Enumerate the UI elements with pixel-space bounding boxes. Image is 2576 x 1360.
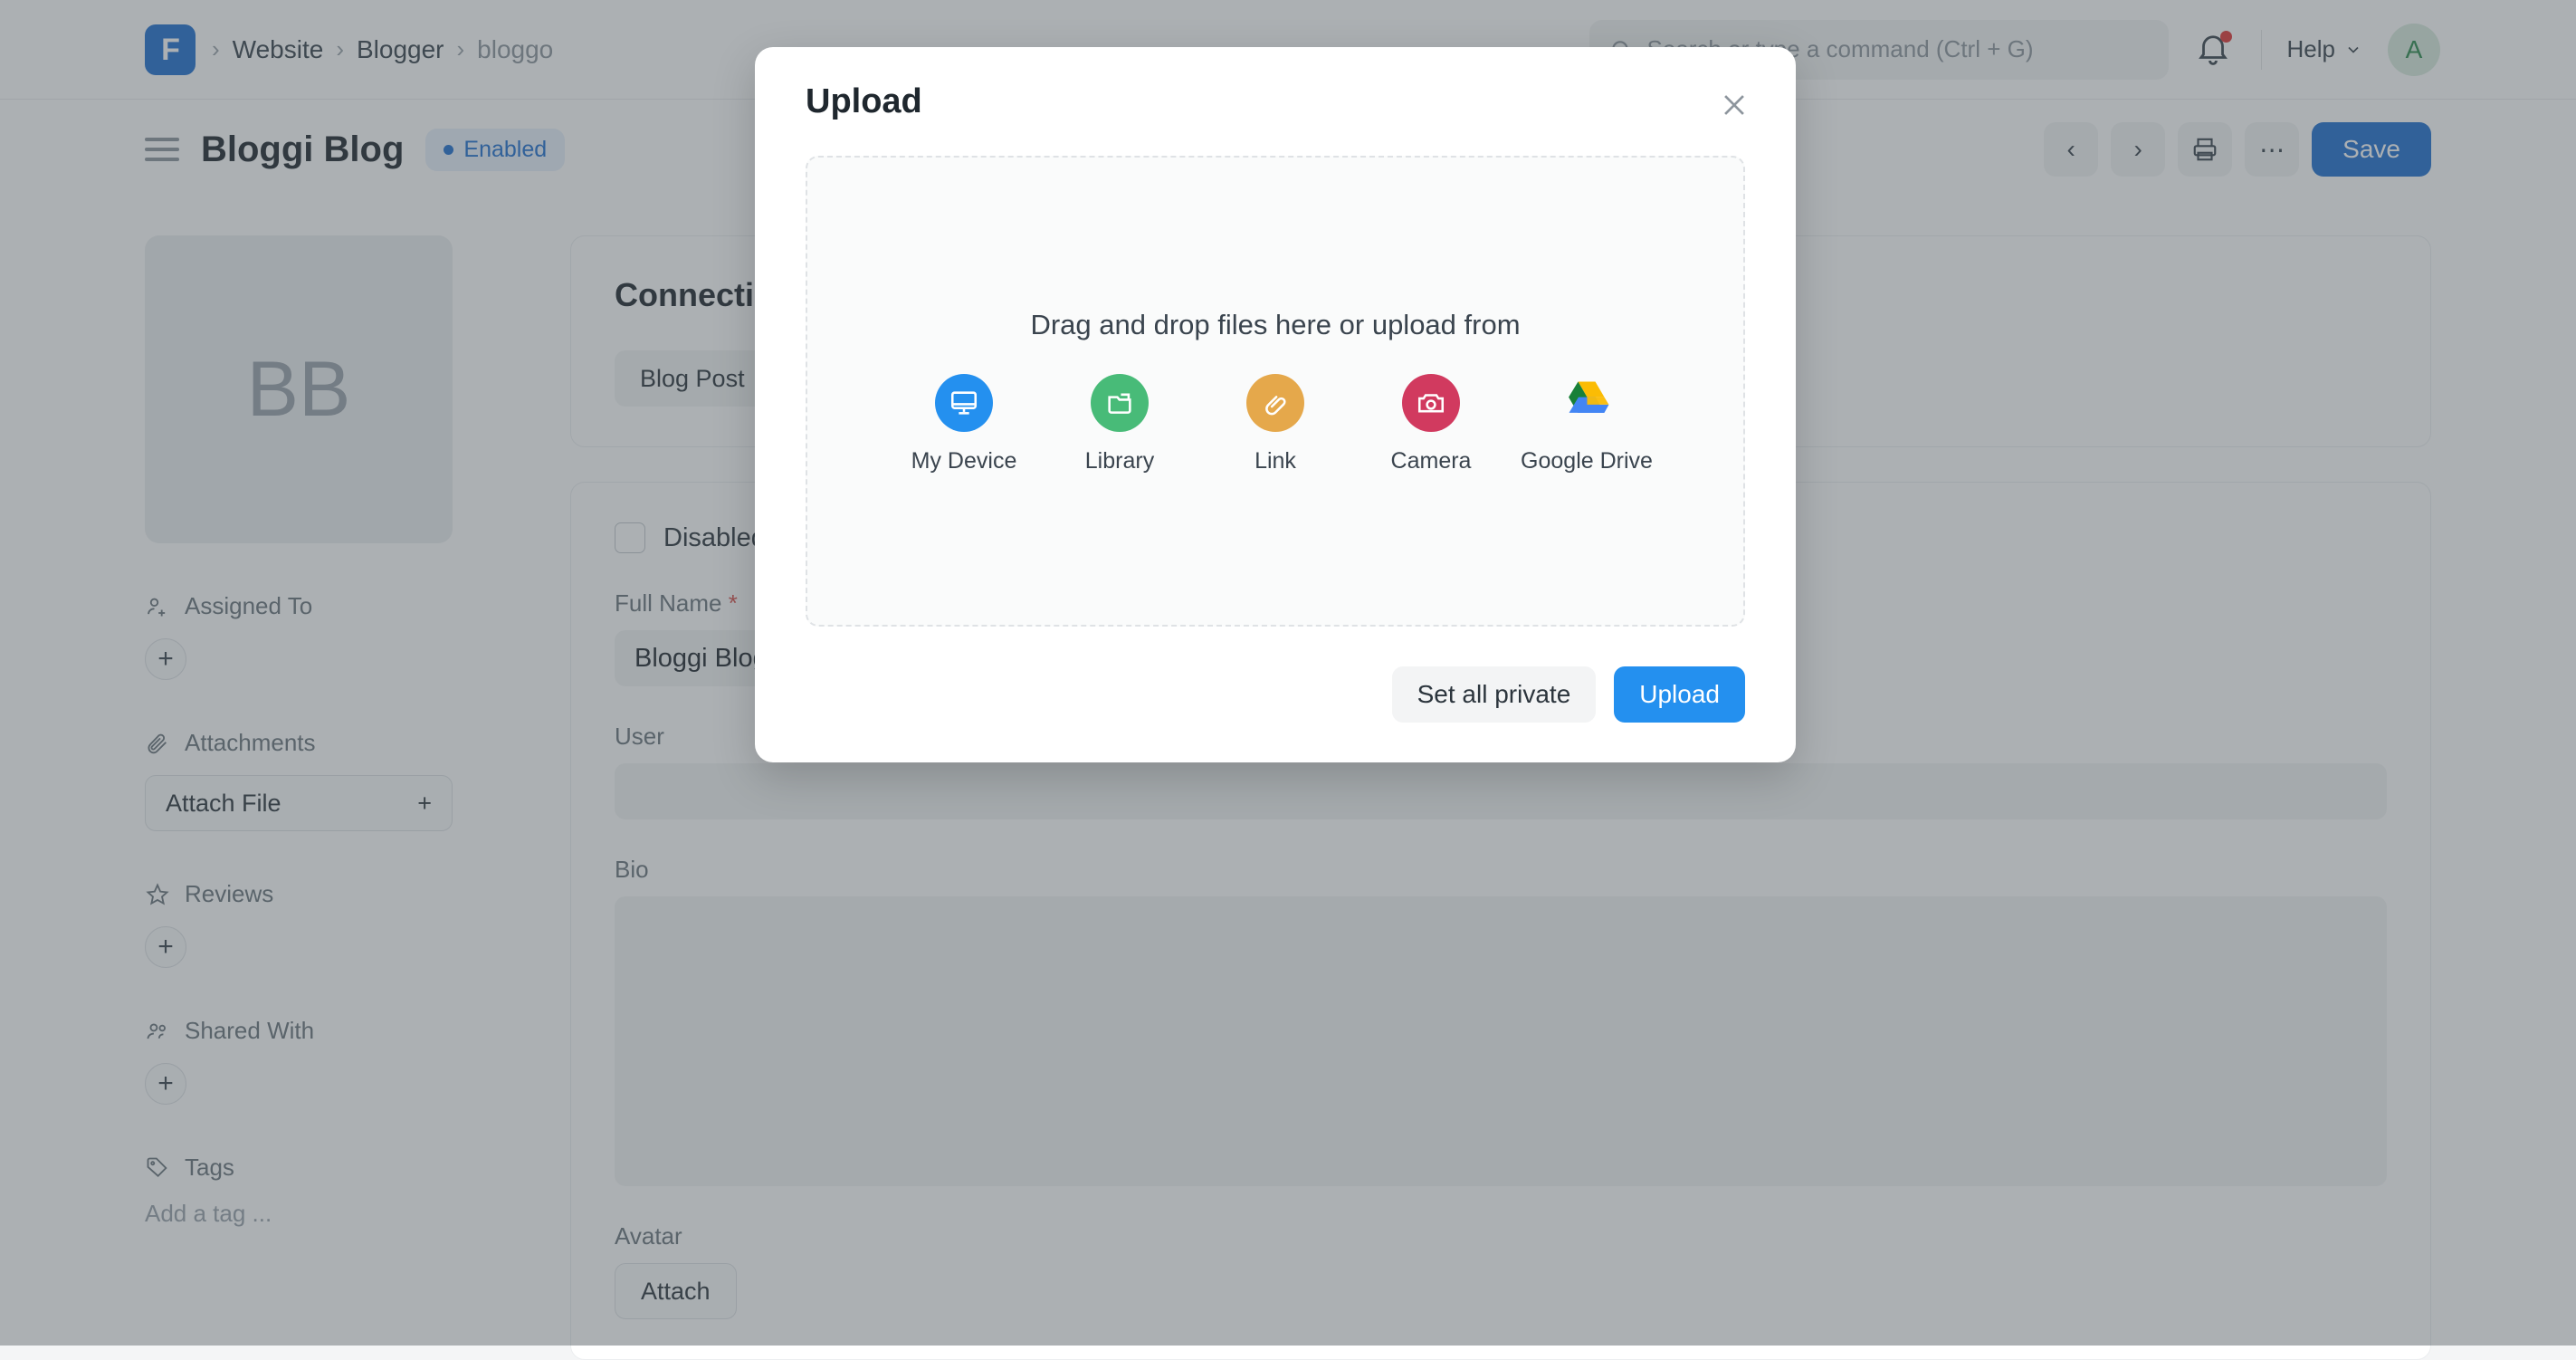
close-icon[interactable] [1713,83,1756,127]
upload-source-my-device[interactable]: My Device [886,374,1042,474]
upload-source-list: My Device Library Link [886,374,1665,474]
folder-glyph [1104,388,1135,418]
upload-button[interactable]: Upload [1614,666,1745,723]
camera-glyph [1416,388,1446,418]
monitor-icon [935,374,993,432]
upload-dialog: Upload Drag and drop files here or uploa… [755,47,1796,762]
upload-source-label: Camera [1391,448,1472,474]
paperclip-icon [1246,374,1304,432]
dialog-title: Upload [806,82,922,121]
upload-source-label: Link [1255,448,1296,474]
upload-source-label: Google Drive [1521,448,1653,474]
upload-source-camera[interactable]: Camera [1353,374,1509,474]
upload-source-library[interactable]: Library [1042,374,1197,474]
dialog-footer: Set all private Upload [755,627,1796,762]
dropzone-instructions: Drag and drop files here or upload from [1030,309,1520,341]
set-all-private-button[interactable]: Set all private [1392,666,1597,723]
google-drive-glyph [1560,379,1613,426]
dialog-header: Upload [755,47,1796,156]
close-x-icon [1719,90,1750,120]
monitor-glyph [949,388,979,418]
folder-icon [1091,374,1149,432]
upload-source-google-drive[interactable]: Google Drive [1509,374,1665,474]
paperclip-glyph [1260,388,1291,418]
upload-source-label: Library [1085,448,1154,474]
upload-source-link[interactable]: Link [1197,374,1353,474]
upload-source-label: My Device [911,448,1017,474]
file-dropzone[interactable]: Drag and drop files here or upload from … [806,156,1745,627]
google-drive-icon [1558,374,1616,432]
camera-icon [1402,374,1460,432]
